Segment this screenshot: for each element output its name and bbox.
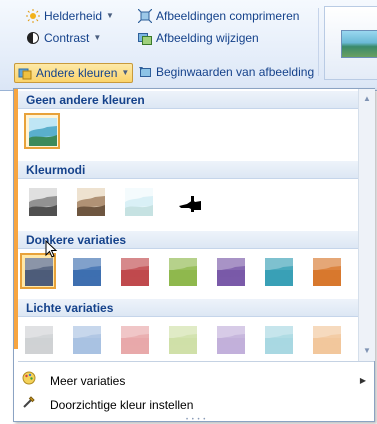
section-header-dark-variations: Donkere variaties — [18, 231, 358, 249]
compress-icon — [137, 8, 153, 24]
dark-variation-5[interactable] — [212, 253, 248, 289]
dark-variation-2-thumbnail — [73, 258, 101, 286]
recolor-button[interactable]: Andere kleuren ▼ — [14, 63, 134, 83]
color-mode-washout-thumbnail — [125, 188, 153, 216]
dark-variation-7[interactable] — [308, 253, 344, 289]
light-variation-6[interactable] — [260, 321, 296, 357]
chevron-down-icon: ▼ — [93, 33, 102, 42]
light-variation-5-thumbnail — [217, 326, 245, 354]
color-mode-sepia-thumbnail — [77, 188, 105, 216]
color-mode-grayscale-thumbnail — [29, 188, 57, 216]
light-variation-6-thumbnail — [265, 326, 293, 354]
color-mode-washout[interactable] — [120, 183, 156, 219]
submenu-arrow-icon: ▶ — [359, 376, 366, 385]
change-picture-label: Afbeelding wijzigen — [156, 31, 259, 45]
section-header-no-recolor: Geen andere kleuren — [18, 91, 358, 109]
section-header-color-modes: Kleurmodi — [18, 161, 358, 179]
sun-icon — [26, 9, 40, 23]
light-variation-1-thumbnail — [25, 326, 53, 354]
color-mode-grayscale[interactable] — [24, 183, 60, 219]
reset-picture-label: Beginwaarden van afbeelding — [156, 65, 315, 79]
eyedropper-icon — [20, 394, 38, 416]
light-variation-3[interactable] — [116, 321, 152, 357]
recolor-dropdown: Geen andere kleuren Kleurmodi Donkere va… — [13, 88, 375, 423]
set-transparent-label: Doorzichtige kleur instellen — [50, 398, 194, 412]
light-variation-5[interactable] — [212, 321, 248, 357]
scroll-down-icon[interactable]: ▼ — [359, 343, 375, 359]
gallery-scrollbar[interactable]: ▲ ▼ — [358, 89, 375, 361]
resize-grip[interactable]: • • • • — [186, 417, 206, 423]
dark-variation-7-thumbnail — [313, 258, 341, 286]
contrast-icon — [26, 31, 40, 45]
chevron-down-icon: ▼ — [121, 68, 130, 77]
compress-label: Afbeeldingen comprimeren — [156, 9, 300, 23]
scrollbar-track[interactable] — [361, 107, 373, 343]
change-picture-icon — [138, 31, 152, 45]
light-variation-1[interactable] — [20, 321, 56, 357]
recolor-label: Andere kleuren — [36, 66, 118, 80]
more-variations-label: Meer variaties — [50, 374, 126, 388]
reset-picture-icon — [138, 65, 152, 79]
color-mode-sepia[interactable] — [72, 183, 108, 219]
change-picture-button[interactable]: Afbeelding wijzigen — [138, 28, 259, 48]
dark-variation-4[interactable] — [164, 253, 200, 289]
dark-variation-2[interactable] — [68, 253, 104, 289]
ribbon: Helderheid ▼ Contrast ▼ Andere kleuren ▼… — [0, 0, 377, 91]
dark-variation-3-thumbnail — [121, 258, 149, 286]
contrast-button[interactable]: Contrast ▼ — [26, 28, 101, 48]
section-header-light-variations: Lichte variaties — [18, 299, 358, 317]
light-variation-3-thumbnail — [121, 326, 149, 354]
light-variation-7[interactable] — [308, 321, 344, 357]
set-transparent-color-item[interactable]: Doorzichtige kleur instellen — [18, 394, 374, 416]
dark-variation-3[interactable] — [116, 253, 152, 289]
contrast-label: Contrast — [44, 31, 90, 45]
light-variation-7-thumbnail — [313, 326, 341, 354]
palette-icon — [20, 370, 38, 392]
compress-pictures-button[interactable]: Afbeeldingen comprimeren — [137, 6, 300, 26]
dark-variation-1-thumbnail — [25, 258, 53, 286]
recolor-option-none-thumbnail — [29, 118, 57, 146]
light-variation-4-thumbnail — [169, 326, 197, 354]
reset-picture-button[interactable]: Beginwaarden van afbeelding — [138, 63, 314, 81]
light-variation-4[interactable] — [164, 321, 200, 357]
mouse-cursor-icon — [45, 240, 58, 258]
recolor-gallery: Geen andere kleuren Kleurmodi Donkere va… — [18, 89, 358, 361]
menu-separator — [18, 361, 374, 362]
dark-variation-5-thumbnail — [217, 258, 245, 286]
recolor-icon — [18, 66, 32, 80]
color-mode-black-white-thumbnail — [173, 188, 201, 216]
color-mode-black-white[interactable] — [168, 183, 204, 219]
dark-variation-4-thumbnail — [169, 258, 197, 286]
picture-style-thumbnail[interactable] — [341, 30, 377, 58]
scroll-up-icon[interactable]: ▲ — [359, 91, 375, 107]
brightness-button[interactable]: Helderheid ▼ — [26, 6, 114, 26]
recolor-option-none[interactable] — [24, 113, 60, 149]
ribbon-separator — [318, 8, 319, 76]
more-variations-item[interactable]: Meer variaties ▶ — [18, 370, 374, 392]
dark-variation-6-thumbnail — [265, 258, 293, 286]
brightness-label: Helderheid — [44, 9, 103, 23]
dark-variation-6[interactable] — [260, 253, 296, 289]
light-variation-2[interactable] — [68, 321, 104, 357]
chevron-down-icon: ▼ — [106, 11, 114, 20]
light-variation-2-thumbnail — [73, 326, 101, 354]
